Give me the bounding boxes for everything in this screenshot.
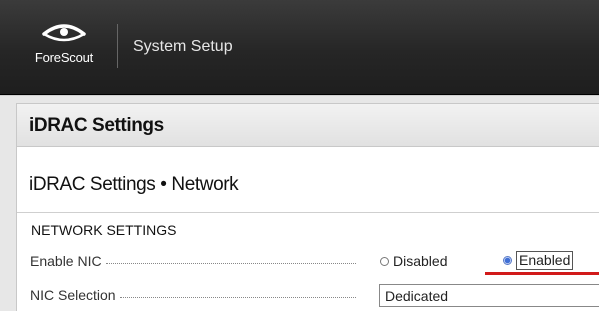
section-divider	[17, 212, 599, 213]
radio-disabled-label: Disabled	[393, 253, 448, 269]
radio-disabled[interactable]: Disabled	[380, 253, 447, 269]
header-divider	[117, 24, 118, 68]
radio-enabled[interactable]: Enabled	[503, 251, 574, 270]
leader-dots	[105, 262, 356, 264]
logo-brand-text: ForeScout	[34, 50, 94, 65]
app-title: System Setup	[133, 38, 233, 55]
radio-off-icon	[380, 256, 389, 266]
panel-title: iDRAC Settings	[29, 115, 164, 136]
nic-selection-select[interactable]: Dedicated	[379, 284, 599, 307]
highlight-underline	[485, 272, 599, 275]
nic-selection-label-text: NIC Selection	[30, 287, 116, 303]
settings-panel: iDRAC Settings	[16, 103, 599, 311]
radio-on-icon	[503, 256, 512, 265]
logo-eye-icon	[42, 24, 86, 42]
page-heading: iDRAC Settings • Network	[29, 174, 239, 195]
leader-dots	[119, 296, 356, 298]
app-header: ForeScout System Setup	[0, 0, 599, 95]
nic-selection-label: NIC Selection	[30, 287, 356, 303]
panel-header: iDRAC Settings	[17, 104, 599, 147]
enable-nic-label-text: Enable NIC	[30, 253, 102, 269]
forescout-logo: ForeScout	[18, 20, 110, 80]
radio-enabled-label: Enabled	[516, 251, 574, 270]
enable-nic-label: Enable NIC	[30, 253, 356, 269]
section-title: NETWORK SETTINGS	[31, 222, 177, 238]
